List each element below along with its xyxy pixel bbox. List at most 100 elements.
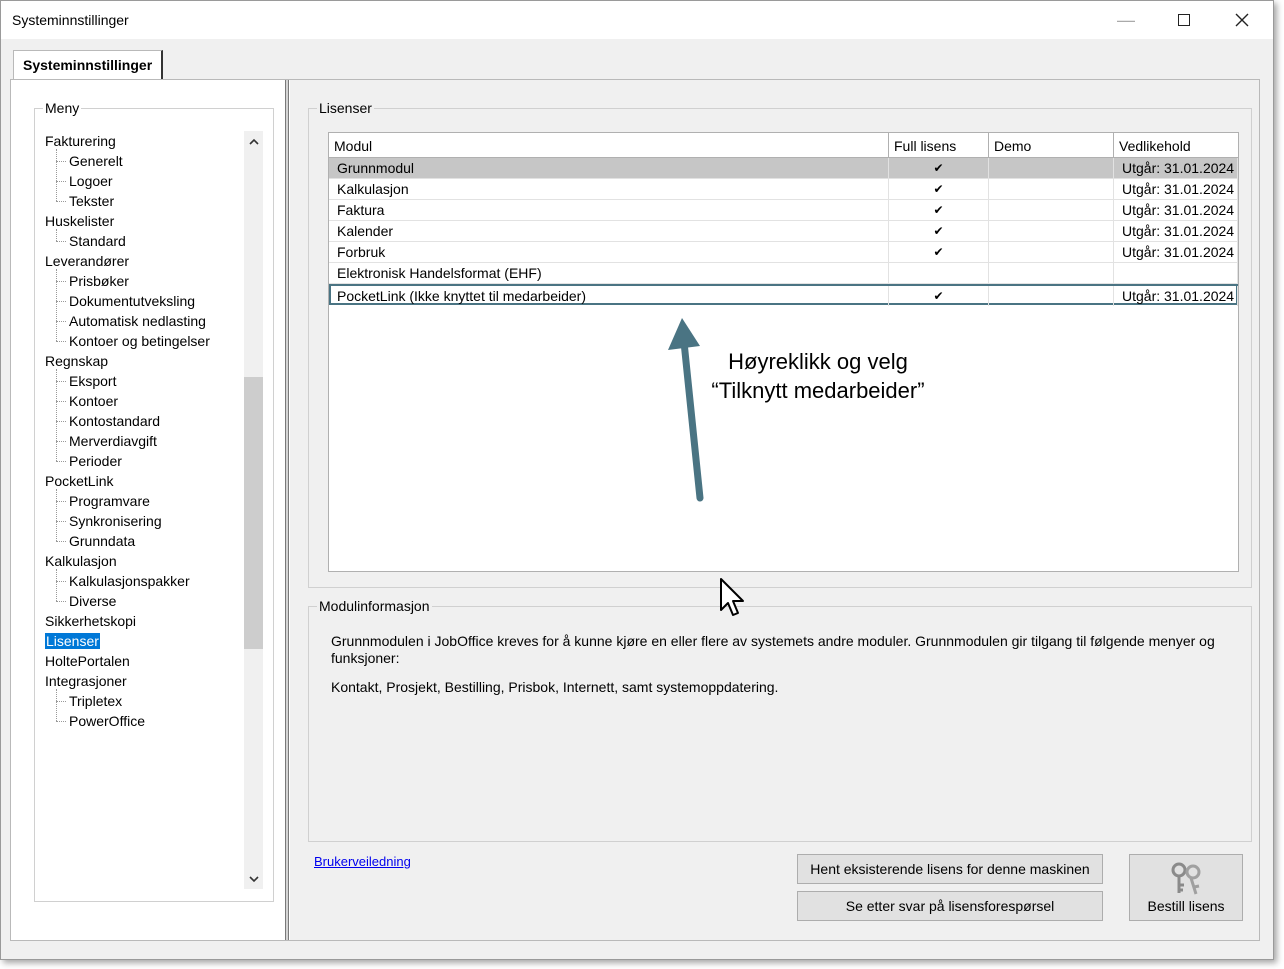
tree-item-leverandører[interactable]: Leverandører (45, 251, 129, 271)
module-info-paragraph-2: Kontakt, Prosjekt, Bestilling, Prisbok, … (331, 679, 779, 695)
user-guide-link[interactable]: Brukerveiledning (314, 854, 411, 869)
tree-item-tripletex[interactable]: Tripletex (69, 691, 122, 711)
tree-item-programvare[interactable]: Programvare (69, 491, 150, 511)
cell-demo (989, 200, 1114, 220)
cell-maintenance (1114, 263, 1238, 283)
tree-connector (56, 149, 57, 201)
table-row[interactable]: Faktura ✔ Utgår: 31.01.2024 (329, 200, 1238, 221)
cell-demo (989, 158, 1114, 178)
tree-item-automatisk-nedlasting[interactable]: Automatisk nedlasting (69, 311, 206, 331)
column-header-module[interactable]: Modul (329, 133, 889, 157)
tree-connector (56, 461, 66, 462)
cell-maintenance: Utgår: 31.01.2024 (1114, 242, 1238, 262)
tree-item-holteportalen[interactable]: HoltePortalen (45, 651, 130, 671)
pane-splitter[interactable] (285, 80, 289, 940)
tree-item-perioder[interactable]: Perioder (69, 451, 122, 471)
tree-item-kalkulasjon[interactable]: Kalkulasjon (45, 551, 117, 571)
column-header-full-license[interactable]: Full lisens (889, 133, 989, 157)
cell-maintenance: Utgår: 31.01.2024 (1114, 158, 1238, 178)
tree-connector (56, 521, 66, 522)
tree-item-label: Kalkulasjonspakker (69, 573, 190, 589)
cell-module: Kalkulasjon (329, 179, 889, 199)
cell-module: Kalender (329, 221, 889, 241)
tree-connector (56, 369, 57, 461)
tree-item-poweroffice[interactable]: PowerOffice (69, 711, 145, 731)
cell-demo (989, 263, 1114, 283)
tree-item-grunndata[interactable]: Grunndata (69, 531, 135, 551)
cell-demo (989, 286, 1114, 306)
cell-full: ✔ (889, 158, 989, 178)
tree-item-label: Diverse (69, 593, 117, 609)
tree-item-synkronisering[interactable]: Synkronisering (69, 511, 162, 531)
chevron-up-icon (248, 138, 259, 145)
tree-item-label: Tekster (69, 193, 115, 209)
tree-item-standard[interactable]: Standard (69, 231, 126, 251)
tree-connector (56, 501, 66, 502)
annotation-line-1: Høyreklikk og velg (728, 349, 908, 374)
tree-item-kontostandard[interactable]: Kontostandard (69, 411, 160, 431)
table-row[interactable]: PocketLink (Ikke knyttet til medarbeider… (329, 284, 1238, 306)
tree-item-regnskap[interactable]: Regnskap (45, 351, 108, 371)
tree-connector (56, 541, 66, 542)
annotation-arrow (668, 318, 704, 502)
cell-full: ✔ (889, 200, 989, 220)
tree-item-eksport[interactable]: Eksport (69, 371, 116, 391)
tree-item-dokumentutveksling[interactable]: Dokumentutveksling (69, 291, 195, 311)
cell-demo (989, 242, 1114, 262)
tree-item-label: Kontostandard (69, 413, 161, 429)
tree-item-sikkerhetskopi[interactable]: Sikkerhetskopi (45, 611, 136, 631)
column-header-demo[interactable]: Demo (989, 133, 1114, 157)
scroll-thumb[interactable] (244, 377, 263, 649)
tree-item-kontoer-og-betingelser[interactable]: Kontoer og betingelser (69, 331, 210, 351)
table-row[interactable]: Kalkulasjon ✔ Utgår: 31.01.2024 (329, 179, 1238, 200)
tree-item-logoer[interactable]: Logoer (69, 171, 113, 191)
scroll-up-button[interactable] (244, 131, 263, 151)
tab-panel: Meny Fakturering Generelt Logoer Tekster Hus… (10, 79, 1260, 941)
tree-item-pocketlink[interactable]: PocketLink (45, 471, 113, 491)
maximize-button[interactable] (1155, 1, 1213, 39)
order-license-button[interactable]: Bestill lisens (1129, 854, 1243, 921)
tree-connector (56, 281, 66, 282)
minimize-button[interactable]: — (1097, 1, 1155, 39)
mouse-cursor-icon (720, 578, 744, 616)
tree-connector (56, 181, 66, 182)
check-reply-button[interactable]: Se etter svar på lisensforespørsel (797, 891, 1103, 921)
table-row[interactable]: Kalender ✔ Utgår: 31.01.2024 (329, 221, 1238, 242)
tree-item-label: Tripletex (69, 693, 123, 709)
tree-item-kalkulasjonspakker[interactable]: Kalkulasjonspakker (69, 571, 190, 591)
cell-maintenance: Utgår: 31.01.2024 (1114, 221, 1238, 241)
tree-item-label: Kontoer og betingelser (69, 333, 210, 349)
scroll-down-button[interactable] (244, 869, 263, 889)
grid-header: Modul Full lisens Demo Vedlikehold (329, 133, 1238, 158)
tree-item-lisenser[interactable]: Lisenser (45, 631, 100, 651)
close-button[interactable] (1213, 1, 1271, 39)
tree-item-label: Perioder (69, 453, 122, 469)
tree-item-label: Logoer (69, 173, 113, 189)
tree-item-label: Kontoer (69, 393, 119, 409)
tree-item-fakturering[interactable]: Fakturering (45, 131, 116, 151)
tree-item-kontoer[interactable]: Kontoer (69, 391, 118, 411)
tree-item-generelt[interactable]: Generelt (69, 151, 123, 171)
order-license-label: Bestill lisens (1147, 898, 1225, 914)
table-row[interactable]: Grunnmodul ✔ Utgår: 31.01.2024 (329, 158, 1238, 179)
column-header-maintenance[interactable]: Vedlikehold (1114, 133, 1238, 157)
cell-full: ✔ (889, 179, 989, 199)
table-row[interactable]: Elektronisk Handelsformat (EHF) (329, 263, 1238, 284)
tree-item-label: Grunndata (69, 533, 136, 549)
tree-item-merverdiavgift[interactable]: Merverdiavgift (69, 431, 157, 451)
tree-connector (56, 689, 57, 721)
table-row[interactable]: Forbruk ✔ Utgår: 31.01.2024 (329, 242, 1238, 263)
tree-connector (56, 421, 66, 422)
menu-scrollbar[interactable] (244, 131, 263, 889)
tree-item-label: Automatisk nedlasting (69, 313, 206, 329)
cell-module: Faktura (329, 200, 889, 220)
tree-item-diverse[interactable]: Diverse (69, 591, 116, 611)
tree-item-tekster[interactable]: Tekster (69, 191, 114, 211)
tab-systeminnstillinger[interactable]: Systeminnstillinger (13, 50, 163, 80)
module-info-label: Modulinformasjon (317, 598, 432, 614)
tree-item-integrasjoner[interactable]: Integrasjoner (45, 671, 127, 691)
tree-item-huskelister[interactable]: Huskelister (45, 211, 114, 231)
tree-item-prisbøker[interactable]: Prisbøker (69, 271, 129, 291)
tree-connector (56, 241, 66, 242)
fetch-license-button[interactable]: Hent eksisterende lisens for denne maski… (797, 854, 1103, 884)
